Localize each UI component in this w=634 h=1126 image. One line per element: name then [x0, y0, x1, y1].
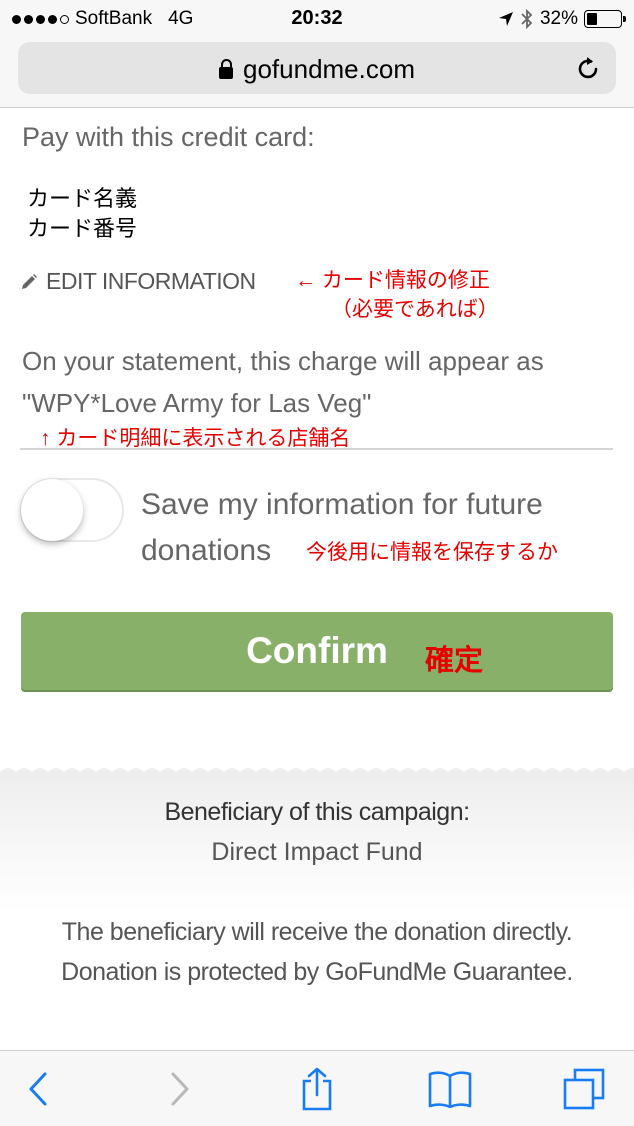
scalloped-edge [0, 768, 634, 780]
status-bar: SoftBank 4G 20:32 32% [0, 0, 634, 38]
confirm-button[interactable]: Confirm [21, 612, 613, 690]
back-button[interactable] [16, 1067, 60, 1111]
divider [20, 448, 613, 450]
status-right: 32% [498, 8, 626, 30]
beneficiary-title: Beneficiary of this campaign: [164, 798, 470, 826]
tabs-button[interactable] [562, 1067, 606, 1111]
beneficiary-name: Direct Impact Fund [211, 838, 423, 866]
tabs-icon [563, 1068, 605, 1110]
url-display[interactable]: gofundme.com [18, 54, 616, 85]
beneficiary-note-line2: Donation is protected by GoFundMe Guaran… [61, 958, 573, 986]
bookmarks-button[interactable] [428, 1067, 472, 1111]
address-bar[interactable]: gofundme.com [18, 42, 616, 94]
beneficiary-note-line1: The beneficiary will receive the donatio… [61, 918, 573, 946]
card-number-label: カード番号 [27, 216, 138, 241]
statement-line1: On your statement, this charge will appe… [22, 346, 544, 376]
location-arrow-icon [498, 12, 513, 26]
toggle-knob [21, 479, 83, 541]
beneficiary-note: The beneficiary will receive the donatio… [0, 912, 634, 992]
save-annotation: 今後用に情報を保存するか [306, 541, 558, 564]
statement-line2: "WPY*Love Army for Las Veg" [22, 388, 372, 418]
share-icon [302, 1067, 332, 1111]
card-holder-label: カード名義 [27, 186, 138, 211]
browser-address-area: gofundme.com [0, 38, 634, 108]
battery-percent: 32% [539, 8, 578, 29]
lock-icon [219, 59, 233, 79]
back-icon [29, 1072, 47, 1106]
bookmarks-icon [428, 1071, 472, 1108]
save-info-toggle[interactable] [20, 478, 124, 542]
edit-annotation-line2: （必要であれば） [331, 298, 499, 321]
edit-annotation: ← カード情報の修正 （必要であれば） [295, 266, 499, 324]
edit-information-label[interactable]: EDIT INFORMATION [46, 268, 256, 295]
pencil-icon [22, 273, 37, 289]
forward-button[interactable] [158, 1067, 202, 1111]
edit-annotation-line1: ← カード情報の修正 [295, 269, 490, 292]
card-info: カード名義 カード番号 [27, 184, 137, 244]
payment-title: Pay with this credit card: [22, 122, 315, 152]
save-info-line1: Save my information for future [141, 488, 543, 521]
confirm-label: Confirm [246, 630, 388, 671]
share-button[interactable] [295, 1067, 339, 1111]
bluetooth-icon [521, 9, 533, 29]
forward-icon [171, 1072, 189, 1106]
reload-icon[interactable] [574, 54, 602, 82]
url-text: gofundme.com [243, 54, 415, 84]
battery-icon [584, 10, 626, 28]
statement-descriptor: On your statement, this charge will appe… [22, 340, 612, 424]
confirm-annotation: 確定 [425, 645, 484, 677]
edit-information-link[interactable]: EDIT INFORMATION [20, 268, 256, 295]
browser-toolbar [0, 1050, 634, 1126]
